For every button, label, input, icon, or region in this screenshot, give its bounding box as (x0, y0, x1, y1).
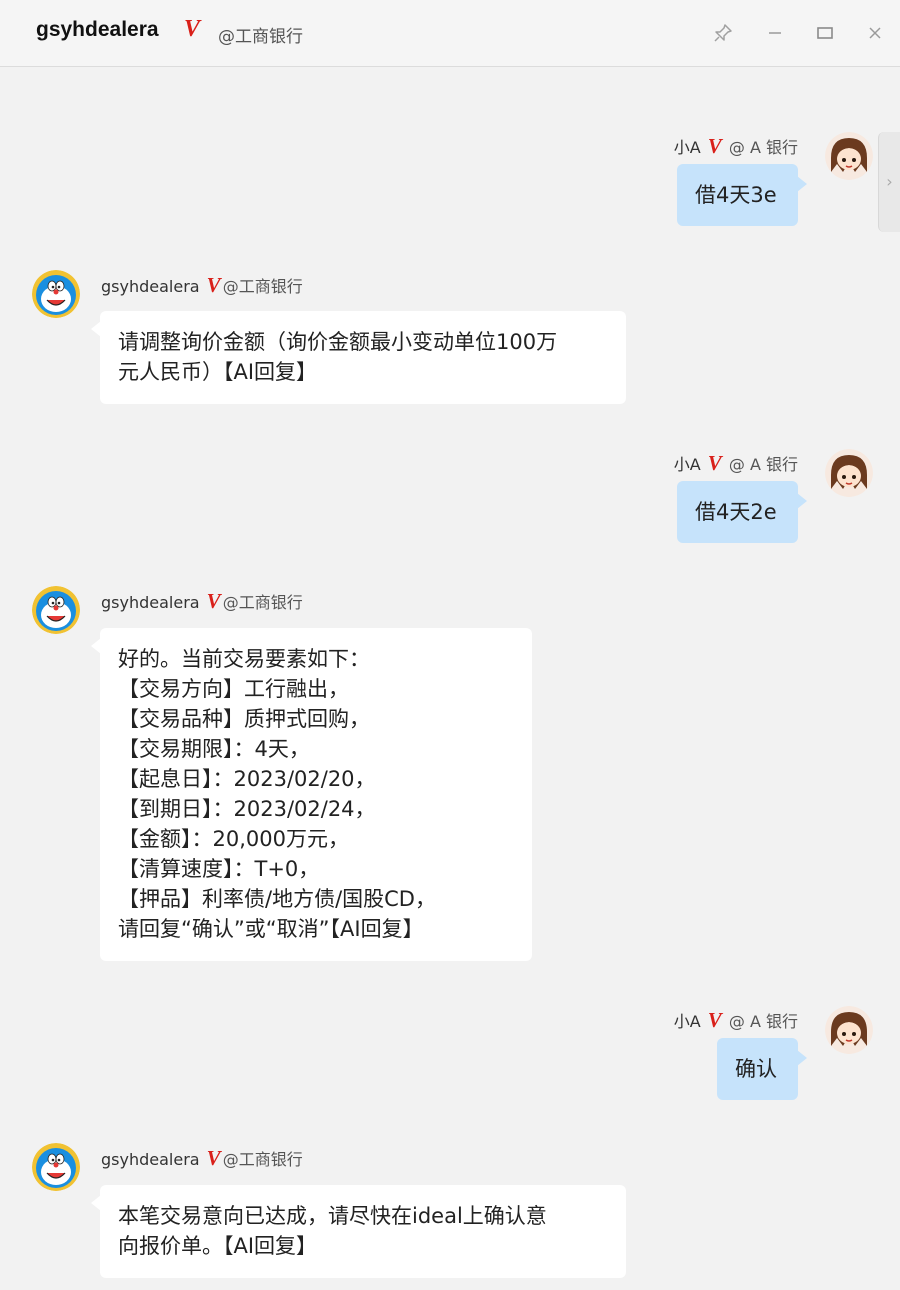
sender-org: @ A 银行 (728, 138, 798, 157)
maximize-icon[interactable] (810, 18, 840, 48)
message-sender: 小A V @ A 银行 (674, 134, 798, 159)
message-sender: 小A V @ A 银行 (674, 1008, 798, 1033)
message-bubble: 本笔交易意向已达成，请尽快在ideal上确认意 向报价单。【AI回复】 (91, 1185, 626, 1278)
verified-badge: V (206, 273, 221, 297)
verified-badge: V (707, 451, 722, 475)
girl-avatar-icon[interactable] (825, 132, 873, 180)
sender-org: @ A 银行 (728, 455, 798, 474)
girl-avatar-icon[interactable] (825, 1006, 873, 1054)
message-sender: 小A V @ A 银行 (674, 451, 798, 476)
sender-name: 小A (673, 138, 701, 157)
close-icon[interactable] (860, 18, 890, 48)
sender-org: @工商银行 (222, 1150, 303, 1169)
side-panel-toggle[interactable]: › (878, 132, 900, 232)
chat-title-org: @工商银行 (218, 27, 303, 47)
message-sender: gsyhdealera V @工商银行 (101, 589, 303, 614)
minimize-icon[interactable] (760, 18, 790, 48)
doraemon-avatar-icon[interactable] (32, 270, 80, 318)
message-bubble: 好的。当前交易要素如下： 【交易方向】工行融出， 【交易品种】质押式回购， 【交… (91, 628, 532, 961)
verified-badge: V (206, 589, 221, 613)
chevron-right-icon[interactable]: › (886, 172, 892, 191)
sender-name: gsyhdealera (101, 277, 200, 296)
doraemon-avatar-icon[interactable] (32, 1143, 80, 1191)
sender-name: gsyhdealera (101, 1150, 200, 1169)
verified-badge: V (707, 134, 722, 158)
sender-name: 小A (673, 455, 701, 474)
pin-icon[interactable] (708, 18, 738, 48)
girl-avatar-icon[interactable] (825, 449, 873, 497)
sender-org: @工商银行 (222, 277, 303, 296)
chat-title-name: gsyhdealera (36, 18, 159, 41)
verified-badge: V (184, 16, 201, 42)
verified-badge: V (206, 1146, 221, 1170)
message-sender: gsyhdealera V @工商银行 (101, 273, 303, 298)
message-bubble: 请调整询价金额（询价金额最小变动单位100万 元人民币）【AI回复】 (91, 311, 626, 404)
message-sender: gsyhdealera V @工商银行 (101, 1146, 303, 1171)
verified-badge: V (707, 1008, 722, 1032)
sender-name: gsyhdealera (101, 593, 200, 612)
message-bubble: 借4天2e (677, 481, 807, 543)
doraemon-avatar-icon[interactable] (32, 586, 80, 634)
message-bubble: 借4天3e (677, 164, 807, 226)
title-bar: gsyhdealera V @工商银行 (0, 0, 900, 67)
sender-org: @工商银行 (222, 593, 303, 612)
sender-name: 小A (673, 1012, 701, 1031)
message-bubble: 确认 (717, 1038, 807, 1100)
sender-org: @ A 银行 (728, 1012, 798, 1031)
